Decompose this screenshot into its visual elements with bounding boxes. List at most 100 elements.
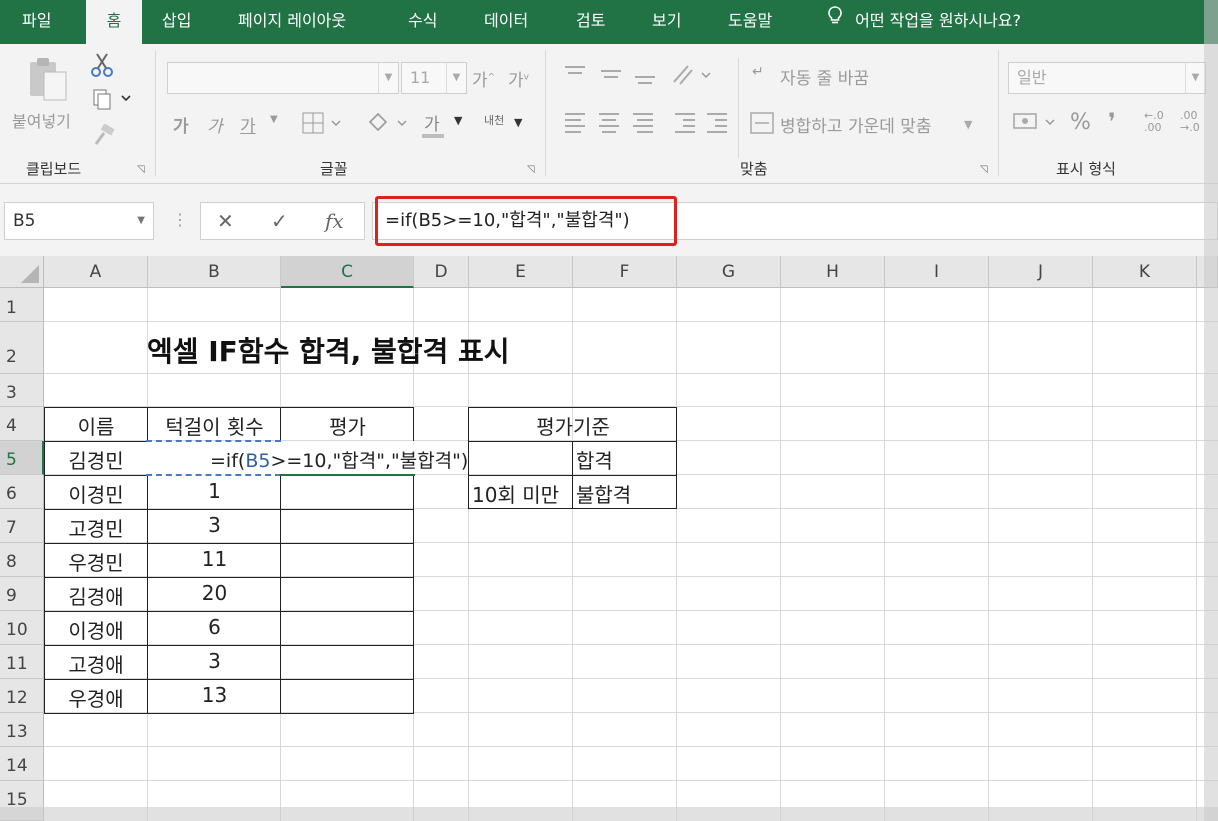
tab-review[interactable]: 검토 <box>576 0 605 44</box>
gridline <box>988 288 989 821</box>
align-top-button[interactable] <box>563 64 663 90</box>
cell-a9[interactable]: 김경애 <box>44 581 148 610</box>
cell-e6[interactable]: 10회 미만 <box>472 479 559 508</box>
sheet-title[interactable]: 엑셀 IF함수 합격, 불합격 표시 <box>147 330 510 370</box>
row-header-12[interactable]: 12 <box>0 679 44 713</box>
cell-a11[interactable]: 고경애 <box>44 649 148 678</box>
format-painter-icon[interactable] <box>92 123 116 150</box>
row-header-10[interactable]: 10 <box>0 611 44 645</box>
row-header-2[interactable]: 2 <box>0 322 44 374</box>
tab-page-layout[interactable]: 페이지 레이아웃 <box>238 0 346 44</box>
column-header-c[interactable]: C <box>281 256 414 288</box>
increase-decimal-button[interactable]: ←.0 .00 <box>1144 110 1164 134</box>
copy-icon[interactable] <box>92 88 132 114</box>
font-size-combo[interactable]: 11 ▼ <box>401 62 467 94</box>
tab-view[interactable]: 보기 <box>652 0 681 44</box>
cell-b8[interactable]: 11 <box>148 547 281 571</box>
cell-a8[interactable]: 우경민 <box>44 547 148 576</box>
header-count[interactable]: 턱걸이 횟수 <box>148 411 281 440</box>
cell-b12[interactable]: 13 <box>148 683 281 707</box>
tell-me-search[interactable]: 어떤 작업을 원하시나요? <box>820 0 1021 44</box>
formula-prefix: =if( <box>210 450 246 472</box>
checkmark-icon[interactable]: ✓ <box>271 209 288 233</box>
align-left-button[interactable] <box>563 110 733 142</box>
cell-b6[interactable]: 1 <box>148 479 281 503</box>
shrink-font-button[interactable]: 가v <box>508 66 529 91</box>
tab-help[interactable]: 도움말 <box>728 0 772 44</box>
tab-file[interactable]: 파일 <box>22 0 51 44</box>
cell-b11[interactable]: 3 <box>148 649 281 673</box>
cell-a7[interactable]: 고경민 <box>44 513 148 542</box>
column-header-b[interactable]: B <box>148 256 281 288</box>
name-box[interactable]: B5 ▼ <box>4 202 154 240</box>
phonetic-guide-button[interactable]: 내천 ▼ <box>484 108 530 138</box>
font-color-button[interactable]: 가 ▼ <box>420 108 470 138</box>
column-header-h[interactable]: H <box>781 256 885 288</box>
gridline <box>44 373 1218 374</box>
cell-f5[interactable]: 합격 <box>576 445 613 474</box>
spreadsheet-grid[interactable]: A B C D E F G H I J K 1 2 3 4 5 6 7 8 9 … <box>0 256 1218 821</box>
header-name[interactable]: 이름 <box>44 411 148 440</box>
row-header-13[interactable]: 13 <box>0 713 44 747</box>
cancel-icon[interactable]: ✕ <box>217 209 234 233</box>
percent-button[interactable]: % <box>1070 110 1091 135</box>
fill-color-button[interactable] <box>366 110 410 140</box>
row-header-3[interactable]: 3 <box>0 374 44 407</box>
chevron-down-icon: ▼ <box>964 118 973 131</box>
chevron-down-icon[interactable]: ▼ <box>270 114 278 125</box>
column-header-i[interactable]: I <box>885 256 989 288</box>
insert-function-icon[interactable]: fx <box>325 209 344 233</box>
formula-bar-grip[interactable]: ⋮ <box>172 210 188 229</box>
cell-a10[interactable]: 이경애 <box>44 615 148 644</box>
dialog-launcher-icon[interactable]: ◹ <box>137 164 145 175</box>
column-header-a[interactable]: A <box>44 256 148 288</box>
tab-insert[interactable]: 삽입 <box>162 0 191 44</box>
row-header-8[interactable]: 8 <box>0 543 44 577</box>
column-header-g[interactable]: G <box>677 256 781 288</box>
tab-data[interactable]: 데이터 <box>484 0 528 44</box>
dialog-launcher-icon[interactable]: ◹ <box>527 164 535 175</box>
cell-a5[interactable]: 김경민 <box>44 445 148 474</box>
cell-b10[interactable]: 6 <box>148 615 281 639</box>
row-header-14[interactable]: 14 <box>0 747 44 781</box>
cell-b9[interactable]: 20 <box>148 581 281 605</box>
dialog-launcher-icon[interactable]: ◹ <box>980 164 988 175</box>
column-header-e[interactable]: E <box>469 256 573 288</box>
column-header-k[interactable]: K <box>1093 256 1197 288</box>
group-separator <box>738 58 739 158</box>
row-header-9[interactable]: 9 <box>0 577 44 611</box>
row-header-4[interactable]: 4 <box>0 407 44 441</box>
row-header-5[interactable]: 5 <box>0 441 44 475</box>
merge-center-button[interactable]: 병합하고 가운데 맞춤 ▼ <box>750 110 990 138</box>
decrease-decimal-button[interactable]: .00 →.0 <box>1180 110 1200 134</box>
bold-button[interactable]: 가 <box>173 112 189 137</box>
cell-a12[interactable]: 우경애 <box>44 683 148 712</box>
orientation-button[interactable] <box>670 62 716 92</box>
accounting-format-button[interactable] <box>1012 110 1060 140</box>
row-header-7[interactable]: 7 <box>0 509 44 543</box>
cut-icon[interactable] <box>90 52 114 82</box>
cell-f6[interactable]: 불합격 <box>576 479 631 508</box>
cell-b7[interactable]: 3 <box>148 513 281 537</box>
comma-button[interactable]: ❜ <box>1108 108 1116 136</box>
column-header-d[interactable]: D <box>414 256 469 288</box>
select-all-button[interactable] <box>0 256 44 288</box>
tab-formulas[interactable]: 수식 <box>408 0 437 44</box>
column-header-f[interactable]: F <box>573 256 677 288</box>
row-header-1[interactable]: 1 <box>0 288 44 322</box>
borders-button[interactable] <box>302 112 342 138</box>
column-header-j[interactable]: J <box>989 256 1093 288</box>
criteria-header[interactable]: 평가기준 <box>469 411 677 440</box>
wrap-text-button[interactable]: ↵ 자동 줄 바꿈 <box>752 64 902 92</box>
row-header-6[interactable]: 6 <box>0 475 44 509</box>
row-header-11[interactable]: 11 <box>0 645 44 679</box>
italic-button[interactable]: 가 <box>207 112 223 137</box>
header-eval[interactable]: 평가 <box>281 411 414 440</box>
number-format-combo[interactable]: 일반 ▼ <box>1008 62 1206 94</box>
cell-a6[interactable]: 이경민 <box>44 479 148 508</box>
grow-font-button[interactable]: 가^ <box>472 66 495 91</box>
tab-home[interactable]: 홈 <box>86 0 142 44</box>
font-name-combo[interactable]: ▼ <box>167 62 399 94</box>
underline-button[interactable]: 가 <box>240 112 256 137</box>
paste-button[interactable]: 붙여넣기 <box>12 54 88 144</box>
